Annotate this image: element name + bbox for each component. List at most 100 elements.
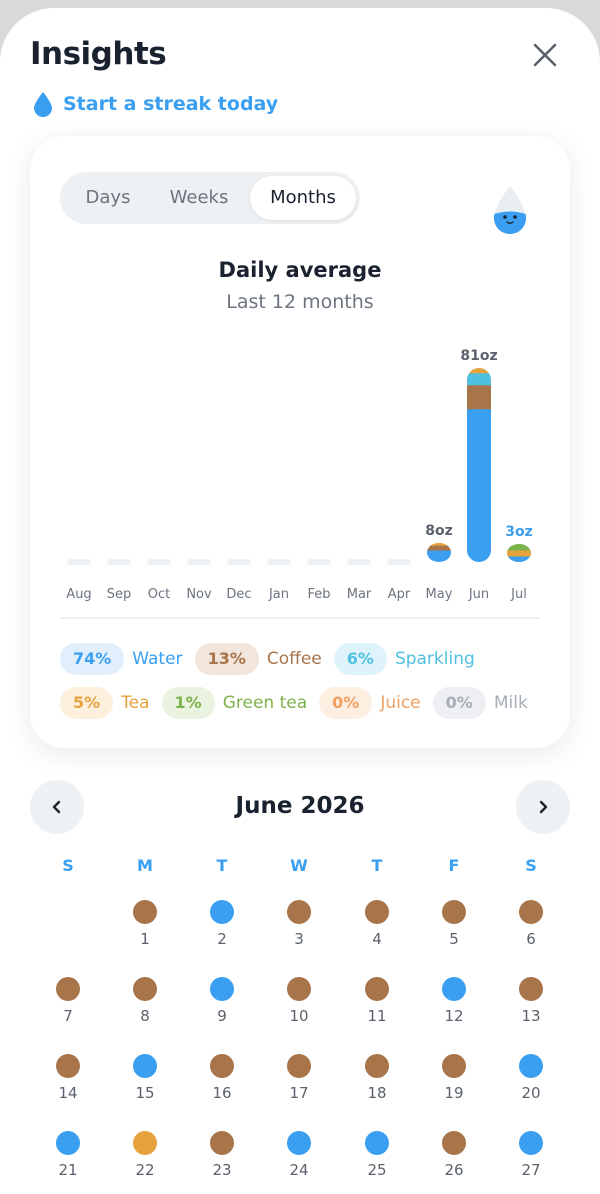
legend-label: Water <box>132 649 183 669</box>
legend-chip-tea: 5% Tea <box>60 687 150 719</box>
chart-data-label: 81oz <box>460 348 497 364</box>
calendar-day[interactable]: 15 <box>120 1054 170 1114</box>
day-number: 21 <box>58 1161 78 1179</box>
legend-chip-milk: 0% Milk <box>432 687 528 719</box>
drink-indicator-dot <box>519 900 543 924</box>
drink-indicator-dot <box>133 1131 157 1155</box>
legend-row: 5% Tea 1% Green tea 0% Juice 0% Milk <box>60 686 560 720</box>
legend-percent: 74% <box>60 643 125 675</box>
calendar-day[interactable]: 1 <box>120 900 170 960</box>
chart-bar-jul <box>507 544 531 562</box>
chart-x-tick-label: Feb <box>307 587 330 602</box>
calendar-day[interactable]: 17 <box>274 1054 324 1114</box>
calendar-day[interactable]: 27 <box>506 1131 556 1191</box>
calendar-day[interactable]: 3 <box>274 900 324 960</box>
drink-indicator-dot <box>442 900 466 924</box>
bar-segment-tea <box>467 368 491 374</box>
chart-data-label: 3oz <box>505 524 533 540</box>
legend-chip-juice: 0% Juice <box>319 687 421 719</box>
chevron-right-icon <box>539 800 548 814</box>
close-icon[interactable] <box>528 38 562 72</box>
calendar-day[interactable]: 2 <box>197 900 247 960</box>
calendar-day[interactable]: 9 <box>197 977 247 1037</box>
tab-days[interactable]: Days <box>64 176 152 220</box>
drink-indicator-dot <box>442 977 466 1001</box>
day-number: 10 <box>289 1007 309 1025</box>
chart-x-tick-label: Oct <box>148 587 170 602</box>
legend-percent: 0% <box>432 687 486 719</box>
chart-bar-may <box>427 542 451 563</box>
weekday-label: T <box>216 856 228 875</box>
chart-x-tick-label: Jun <box>468 587 489 602</box>
day-number: 16 <box>212 1084 232 1102</box>
calendar-day[interactable]: 21 <box>43 1131 93 1191</box>
chart-empty-bar <box>307 559 331 565</box>
bar-segment-coffee <box>427 545 451 551</box>
legend-label: Milk <box>493 693 528 713</box>
day-number: 12 <box>444 1007 464 1025</box>
chart-x-tick-label: Nov <box>186 587 212 602</box>
chart-empty-bar <box>147 559 171 565</box>
calendar-day[interactable]: 4 <box>352 900 402 960</box>
next-month-button[interactable] <box>516 780 570 834</box>
calendar-day[interactable]: 5 <box>429 900 479 960</box>
water-drop-mascot-icon <box>494 186 526 234</box>
weekday-label: M <box>137 856 153 875</box>
calendar-day[interactable]: 10 <box>274 977 324 1037</box>
legend-chip-green-tea: 1% Green tea <box>161 687 307 719</box>
drink-indicator-dot <box>210 900 234 924</box>
chart-bar-jun <box>467 368 491 562</box>
calendar-day[interactable]: 18 <box>352 1054 402 1114</box>
legend-row: 74% Water 13% Coffee 6% Sparkling <box>60 642 560 676</box>
streak-text: Start a streak today <box>63 93 279 115</box>
streak-link[interactable]: Start a streak today <box>33 91 278 117</box>
calendar-day[interactable]: 19 <box>429 1054 479 1114</box>
chart-empty-bar <box>227 559 251 565</box>
drink-indicator-dot <box>210 977 234 1001</box>
chart-x-tick-label: Mar <box>347 587 372 602</box>
calendar-day[interactable]: 23 <box>197 1131 247 1191</box>
chart-x-tick-label: May <box>426 587 453 602</box>
legend-percent: 1% <box>161 687 215 719</box>
legend-percent: 13% <box>194 643 259 675</box>
day-number: 4 <box>372 930 382 948</box>
drink-indicator-dot <box>133 977 157 1001</box>
calendar-day[interactable]: 7 <box>43 977 93 1037</box>
chart-x-tick-label: Dec <box>226 587 251 602</box>
tab-months[interactable]: Months <box>250 176 356 220</box>
chart-title: Daily average <box>218 258 382 282</box>
calendar-day[interactable]: 6 <box>506 900 556 960</box>
bar-segment-green-tea <box>507 544 531 551</box>
insights-sheet: Insights Start a streak today Days Weeks… <box>0 8 600 1194</box>
chart-empty-bar <box>187 559 211 565</box>
period-segmented-control: Days Weeks Months <box>60 172 360 224</box>
calendar-day[interactable]: 16 <box>197 1054 247 1114</box>
bar-segment-coffee <box>467 384 491 410</box>
calendar-day[interactable]: 11 <box>352 977 402 1037</box>
calendar-day[interactable]: 25 <box>352 1131 402 1191</box>
calendar-day[interactable]: 14 <box>43 1054 93 1114</box>
calendar-day[interactable]: 13 <box>506 977 556 1037</box>
drink-indicator-dot <box>442 1054 466 1078</box>
day-number: 14 <box>58 1084 78 1102</box>
day-number: 13 <box>521 1007 541 1025</box>
bar-segment-water <box>507 556 531 562</box>
tab-weeks[interactable]: Weeks <box>154 176 244 220</box>
bar-segment-tea <box>427 542 451 546</box>
calendar-day[interactable]: 22 <box>120 1131 170 1191</box>
calendar-day[interactable]: 20 <box>506 1054 556 1114</box>
insights-card: Days Weeks Months Daily average Last 12 … <box>30 136 570 748</box>
weekday-label: F <box>448 856 460 875</box>
chart-empty-bar <box>347 559 371 565</box>
bar-segment-tea <box>507 550 531 557</box>
calendar-day[interactable]: 12 <box>429 977 479 1037</box>
calendar-day[interactable]: 8 <box>120 977 170 1037</box>
drink-indicator-dot <box>210 1054 234 1078</box>
calendar-day[interactable]: 26 <box>429 1131 479 1191</box>
chart-subtitle: Last 12 months <box>226 291 374 313</box>
drink-indicator-dot <box>210 1131 234 1155</box>
calendar-day[interactable]: 24 <box>274 1131 324 1191</box>
drink-indicator-dot <box>56 1054 80 1078</box>
drink-indicator-dot <box>133 1054 157 1078</box>
day-number: 18 <box>367 1084 387 1102</box>
